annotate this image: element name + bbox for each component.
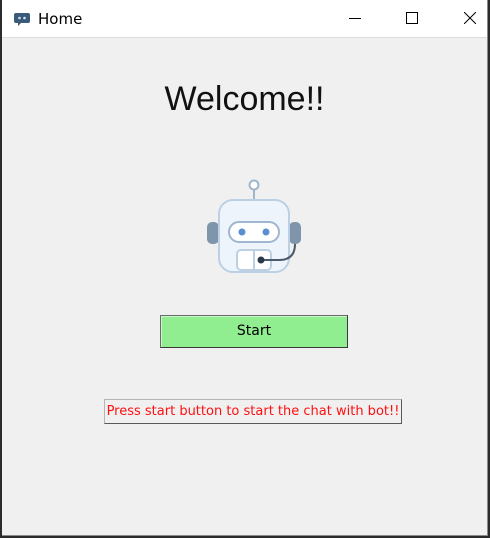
- minimize-button[interactable]: [332, 0, 378, 37]
- close-icon: [464, 12, 476, 24]
- close-button[interactable]: [447, 0, 490, 37]
- hint-label: Press start button to start the chat wit…: [104, 399, 402, 424]
- start-button[interactable]: Start: [160, 315, 348, 348]
- maximize-icon: [406, 12, 418, 24]
- minimize-icon: [349, 18, 361, 19]
- window-title: Home: [38, 10, 83, 28]
- robot-chat-icon: [14, 13, 30, 26]
- app-window: Home Welcome!! Start Press start button …: [2, 0, 488, 536]
- title-bar[interactable]: Home: [2, 0, 487, 38]
- robot-headset-icon: [207, 179, 301, 273]
- page-title: Welcome!!: [164, 80, 325, 118]
- maximize-button[interactable]: [389, 0, 435, 37]
